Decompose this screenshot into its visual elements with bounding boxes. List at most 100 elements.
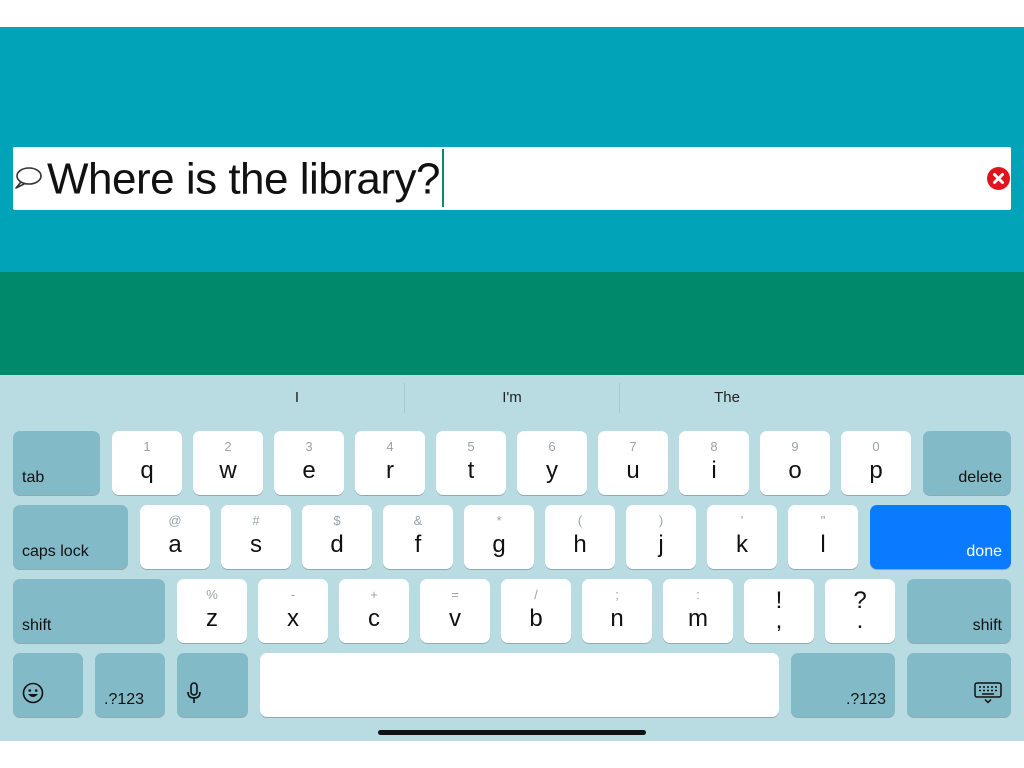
key-label: n [610,605,624,632]
caps-lock-key-label: caps lock [22,543,89,560]
delete-key[interactable]: delete [923,431,1011,495]
key-g[interactable]: * g [464,505,534,569]
space-key[interactable] [260,653,779,717]
key-alt: 6 [548,439,556,454]
key-s[interactable]: # s [221,505,291,569]
key-alt: $ [333,513,341,528]
key-label: r [386,457,394,484]
emoji-key[interactable] [13,653,83,717]
key-alt: / [534,587,538,602]
key-q[interactable]: 1q [112,431,182,495]
key-bottom-label: . [856,607,864,634]
shift-key-label: shift [972,617,1002,634]
key-alt: 9 [791,439,799,454]
key-label: v [449,605,461,632]
key-alt: : [696,587,700,602]
key-a[interactable]: @ a [140,505,210,569]
key-n[interactable]: ; n [582,579,652,643]
key-alt: - [290,587,296,602]
key-label: w [219,457,237,484]
key-alt: & [413,513,423,528]
emoji-icon [22,682,44,709]
key-w[interactable]: 2w [193,431,263,495]
clear-text-button[interactable] [987,167,1010,190]
suggestion-1[interactable]: I [190,385,404,411]
key-label: d [330,531,344,558]
suggestion-3[interactable]: The [620,385,834,411]
home-indicator[interactable] [378,730,646,735]
key-p[interactable]: 0p [841,431,911,495]
key-label: h [573,531,587,558]
speech-text: Where is the library? [47,149,444,211]
caps-lock-key[interactable]: caps lock [13,505,128,569]
key-question-period[interactable]: ?. [825,579,895,643]
key-b[interactable]: / b [501,579,571,643]
key-o[interactable]: 9o [760,431,830,495]
key-bottom-label: , [775,607,783,634]
key-l[interactable]: " l [788,505,858,569]
keyboard-dismiss-icon [974,682,1002,709]
key-z[interactable]: % z [177,579,247,643]
key-label: l [820,531,826,558]
delete-key-label: delete [958,469,1002,486]
speech-text-field[interactable]: Where is the library? [13,147,1011,210]
done-key-label: done [966,543,1002,560]
dismiss-keyboard-key[interactable] [907,653,1011,717]
numbers-left-key[interactable]: .?123 [95,653,165,717]
key-f[interactable]: & f [383,505,453,569]
key-u[interactable]: 7u [598,431,668,495]
key-h[interactable]: (h [545,505,615,569]
tab-key[interactable]: tab [13,431,100,495]
key-y[interactable]: 6y [517,431,587,495]
key-alt: " [820,513,826,528]
key-v[interactable]: = v [420,579,490,643]
key-label: y [546,457,558,484]
key-label: i [711,457,717,484]
key-label: z [206,605,218,632]
key-m[interactable]: :m [663,579,733,643]
key-alt: = [451,587,459,602]
key-x[interactable]: -x [258,579,328,643]
key-alt: 4 [386,439,394,454]
key-label: t [467,457,475,484]
key-t[interactable]: 5t [436,431,506,495]
key-label: s [250,531,262,558]
key-label: m [688,605,708,632]
dictation-key[interactable] [177,653,248,717]
key-alt: 3 [305,439,313,454]
numbers-key-label: .?123 [845,691,886,708]
key-alt: + [370,587,378,602]
key-alt: 8 [710,439,718,454]
done-key[interactable]: done [870,505,1011,569]
key-label: k [736,531,748,558]
key-alt: 5 [467,439,475,454]
bottom-margin [0,741,1024,768]
text-cursor [441,149,444,207]
key-label: e [302,457,316,484]
key-exclamation-comma[interactable]: !, [744,579,814,643]
key-i[interactable]: 8i [679,431,749,495]
key-r[interactable]: 4r [355,431,425,495]
key-label: a [168,531,182,558]
numbers-right-key[interactable]: .?123 [791,653,895,717]
key-label: c [368,605,380,632]
key-c[interactable]: + c [339,579,409,643]
key-d[interactable]: $ d [302,505,372,569]
key-alt: 1 [143,439,151,454]
shift-key-label: shift [22,617,52,634]
tab-key-label: tab [22,469,45,486]
key-label: p [869,457,883,484]
shift-left-key[interactable]: shift [13,579,165,643]
speech-bubble-icon[interactable] [13,165,43,191]
key-j[interactable]: ) j [626,505,696,569]
speech-text-value: Where is the library? [47,154,440,204]
key-k[interactable]: ' k [707,505,777,569]
key-alt: ( [577,513,583,528]
microphone-icon [186,682,202,709]
shift-right-key[interactable]: shift [907,579,1011,643]
key-label: b [529,605,543,632]
key-e[interactable]: 3e [274,431,344,495]
clear-circle-x-icon [993,173,1004,184]
suggestion-2[interactable]: I'm [405,385,619,411]
key-label: f [414,531,422,558]
